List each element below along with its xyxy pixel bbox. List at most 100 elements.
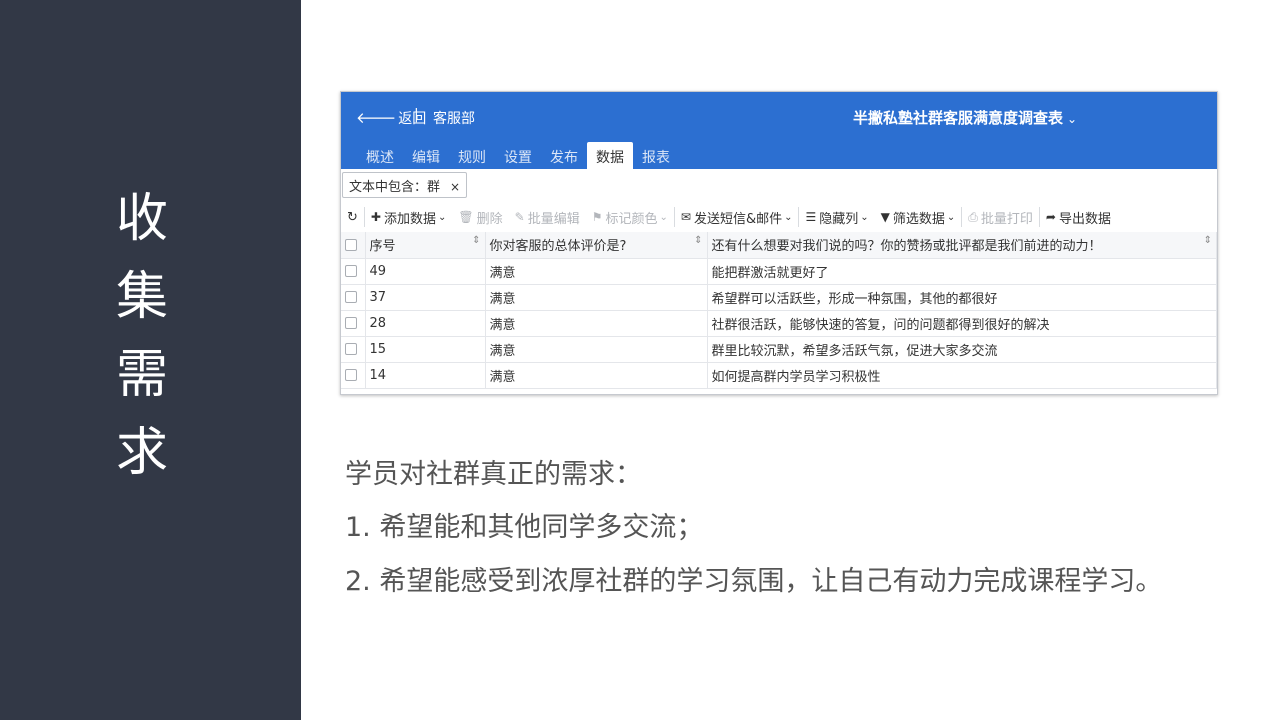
- table-cell: 满意: [485, 310, 708, 337]
- section-title-char: 收: [115, 189, 168, 249]
- send-sms-email-button[interactable]: ✉ 发送短信&邮件 ⌄: [675, 202, 799, 232]
- table-cell: 14: [365, 362, 486, 389]
- table-row[interactable]: 37 满意 希望群可以活跃些，形成一种氛围，其他的都很好: [341, 284, 1217, 311]
- section-title-char: 求: [115, 423, 168, 483]
- sort-icon[interactable]: ⇕: [694, 235, 702, 246]
- form-title-dropdown[interactable]: 半撇私塾社群客服满意度调查表 ⌄: [853, 107, 1077, 128]
- row-checkbox[interactable]: [345, 317, 357, 329]
- envelope-icon: ✉: [680, 210, 691, 224]
- column-header[interactable]: 还有什么想要对我们说的吗？你的赞扬或批评都是我们前进的动力！ ⇕: [707, 232, 1217, 259]
- row-select-cell: [341, 336, 366, 363]
- table-cell: 社群很活跃，能够快速的答复，问的问题都得到很好的解决: [707, 310, 1217, 337]
- delete-button[interactable]: 🗑 删除: [452, 202, 508, 232]
- tab-rules[interactable]: 规则: [449, 142, 495, 169]
- table-cell: 满意: [485, 284, 708, 311]
- row-select-cell: [341, 284, 366, 311]
- flag-icon: ⚑: [591, 210, 603, 224]
- trash-icon: 🗑: [458, 210, 474, 224]
- mark-color-label: 标记颜色: [605, 211, 658, 227]
- filter-data-label: 筛选数据: [892, 211, 945, 227]
- hide-columns-button[interactable]: ☰ 隐藏列 ⌄: [799, 202, 874, 232]
- send-sms-email-label: 发送短信&邮件: [693, 211, 783, 227]
- batch-print-button[interactable]: ⎙ 批量打印: [962, 202, 1039, 232]
- tab-edit[interactable]: 编辑: [403, 142, 449, 169]
- column-header[interactable]: 你对客服的总体评价是? ⇕: [485, 232, 708, 259]
- app-header: 🡐 返回 | 客服部 半撇私塾社群客服满意度调查表 ⌄ 概述 编辑 规则 设置 发布…: [341, 92, 1217, 169]
- list-icon: ☰: [805, 210, 817, 224]
- select-all-checkbox[interactable]: [345, 238, 357, 251]
- batch-edit-label: 批量编辑: [527, 211, 580, 227]
- export-data-button[interactable]: ➦ 导出数据: [1040, 202, 1117, 232]
- table-header-row: 序号 ⇕ 你对客服的总体评价是? ⇕ 还有什么想要对我们说的吗？你的赞扬或批评都是我…: [341, 232, 1217, 259]
- filter-icon: ▼: [880, 210, 890, 224]
- table-cell: 希望群可以活跃些，形成一种氛围，其他的都很好: [707, 284, 1217, 311]
- mark-color-button[interactable]: ⚑ 标记颜色 ⌄: [586, 202, 674, 232]
- table-row[interactable]: 14 满意 如何提高群内学员学习积极性: [341, 362, 1217, 389]
- row-checkbox[interactable]: [345, 369, 357, 381]
- chevron-down-icon: ⌄: [1067, 112, 1078, 126]
- chevron-down-icon: ⌄: [437, 211, 447, 223]
- table-cell: 15: [365, 336, 486, 363]
- chevron-down-icon: ⌄: [860, 211, 869, 223]
- table-cell: 28: [365, 310, 486, 337]
- pencil-icon: ✎: [514, 210, 525, 224]
- batch-print-label: 批量打印: [980, 211, 1033, 227]
- table-row[interactable]: 49 满意 能把群激活就更好了: [341, 258, 1217, 285]
- filter-chip-label: 文本中包含：群: [349, 180, 441, 195]
- column-header-label: 序号: [369, 239, 396, 255]
- delete-label: 删除: [476, 211, 503, 227]
- table-cell: 满意: [485, 362, 708, 389]
- row-checkbox[interactable]: [345, 265, 357, 277]
- refresh-button[interactable]: ↻: [341, 202, 364, 232]
- hide-columns-label: 隐藏列: [819, 211, 859, 227]
- table-cell: 能把群激活就更好了: [707, 258, 1217, 285]
- add-data-button[interactable]: ✚ 添加数据 ⌄: [365, 202, 452, 232]
- section-title: 收 集 需 求: [92, 180, 192, 492]
- arrow-left-icon: 🡐: [356, 109, 397, 127]
- department-link[interactable]: 客服部: [433, 108, 475, 128]
- section-title-char: 集: [115, 267, 168, 327]
- close-icon[interactable]: ×: [450, 180, 460, 194]
- row-select-cell: [341, 362, 366, 389]
- sort-icon[interactable]: ⇕: [472, 235, 480, 246]
- batch-edit-button[interactable]: ✎ 批量编辑: [509, 202, 586, 232]
- add-data-label: 添加数据: [383, 211, 436, 227]
- needs-item-1: 1. 希望能和其他同学多交流；: [345, 512, 704, 543]
- tab-publish[interactable]: 发布: [541, 142, 587, 169]
- chevron-down-icon: ⌄: [659, 211, 668, 223]
- table-cell: 满意: [485, 258, 708, 285]
- refresh-icon: ↻: [347, 209, 358, 225]
- chevron-down-icon: ⌄: [784, 211, 793, 223]
- export-data-label: 导出数据: [1058, 211, 1111, 227]
- section-title-char: 需: [115, 345, 168, 405]
- plus-icon: ✚: [370, 210, 381, 224]
- filter-data-button[interactable]: ▼ 筛选数据 ⌄: [875, 202, 962, 232]
- sort-icon[interactable]: ⇕: [1204, 235, 1212, 246]
- tab-reports[interactable]: 报表: [633, 142, 679, 169]
- row-select-cell: [341, 310, 366, 337]
- needs-item-2: 2. 希望能感受到浓厚社群的学习氛围，让自己有动力完成课程学习。: [345, 566, 1163, 597]
- filter-chip[interactable]: 文本中包含：群 ×: [342, 172, 468, 198]
- table-row[interactable]: 28 满意 社群很活跃，能够快速的答复，问的问题都得到很好的解决: [341, 310, 1217, 337]
- row-select-cell: [341, 258, 366, 285]
- tab-overview[interactable]: 概述: [357, 142, 403, 169]
- table-cell: 49: [365, 258, 486, 285]
- chevron-down-icon: ⌄: [946, 211, 956, 223]
- table-cell: 满意: [485, 336, 708, 363]
- needs-heading: 学员对社群真正的需求：: [345, 459, 642, 490]
- row-checkbox[interactable]: [345, 343, 357, 355]
- tab-data[interactable]: 数据: [587, 142, 633, 169]
- row-checkbox[interactable]: [345, 291, 357, 303]
- printer-icon: ⎙: [968, 209, 978, 224]
- tab-settings[interactable]: 设置: [495, 142, 541, 169]
- toolbar: ↻ ✚ 添加数据 ⌄ 🗑 删除 ✎ 批量编辑 ⚑ 标记颜色 ⌄ ✉ 发送短信&邮件 ⌄ ☰ 隐藏列…: [341, 202, 1217, 232]
- column-header-label: 还有什么想要对我们说的吗？你的赞扬或批评都是我们前进的动力！: [711, 239, 1102, 255]
- table-cell: 群里比较沉默，希望多活跃气氛，促进大家多交流: [707, 336, 1217, 363]
- side-panel: 收 集 需 求: [0, 0, 301, 720]
- table-row[interactable]: 15 满意 群里比较沉默，希望多活跃气氛，促进大家多交流: [341, 336, 1217, 363]
- data-table: 序号 ⇕ 你对客服的总体评价是? ⇕ 还有什么想要对我们说的吗？你的赞扬或批评都是我…: [341, 232, 1217, 389]
- table-cell: 37: [365, 284, 486, 311]
- column-header-label: 你对客服的总体评价是?: [489, 239, 627, 255]
- column-header[interactable]: 序号 ⇕: [365, 232, 486, 259]
- header-separator: |: [414, 107, 419, 123]
